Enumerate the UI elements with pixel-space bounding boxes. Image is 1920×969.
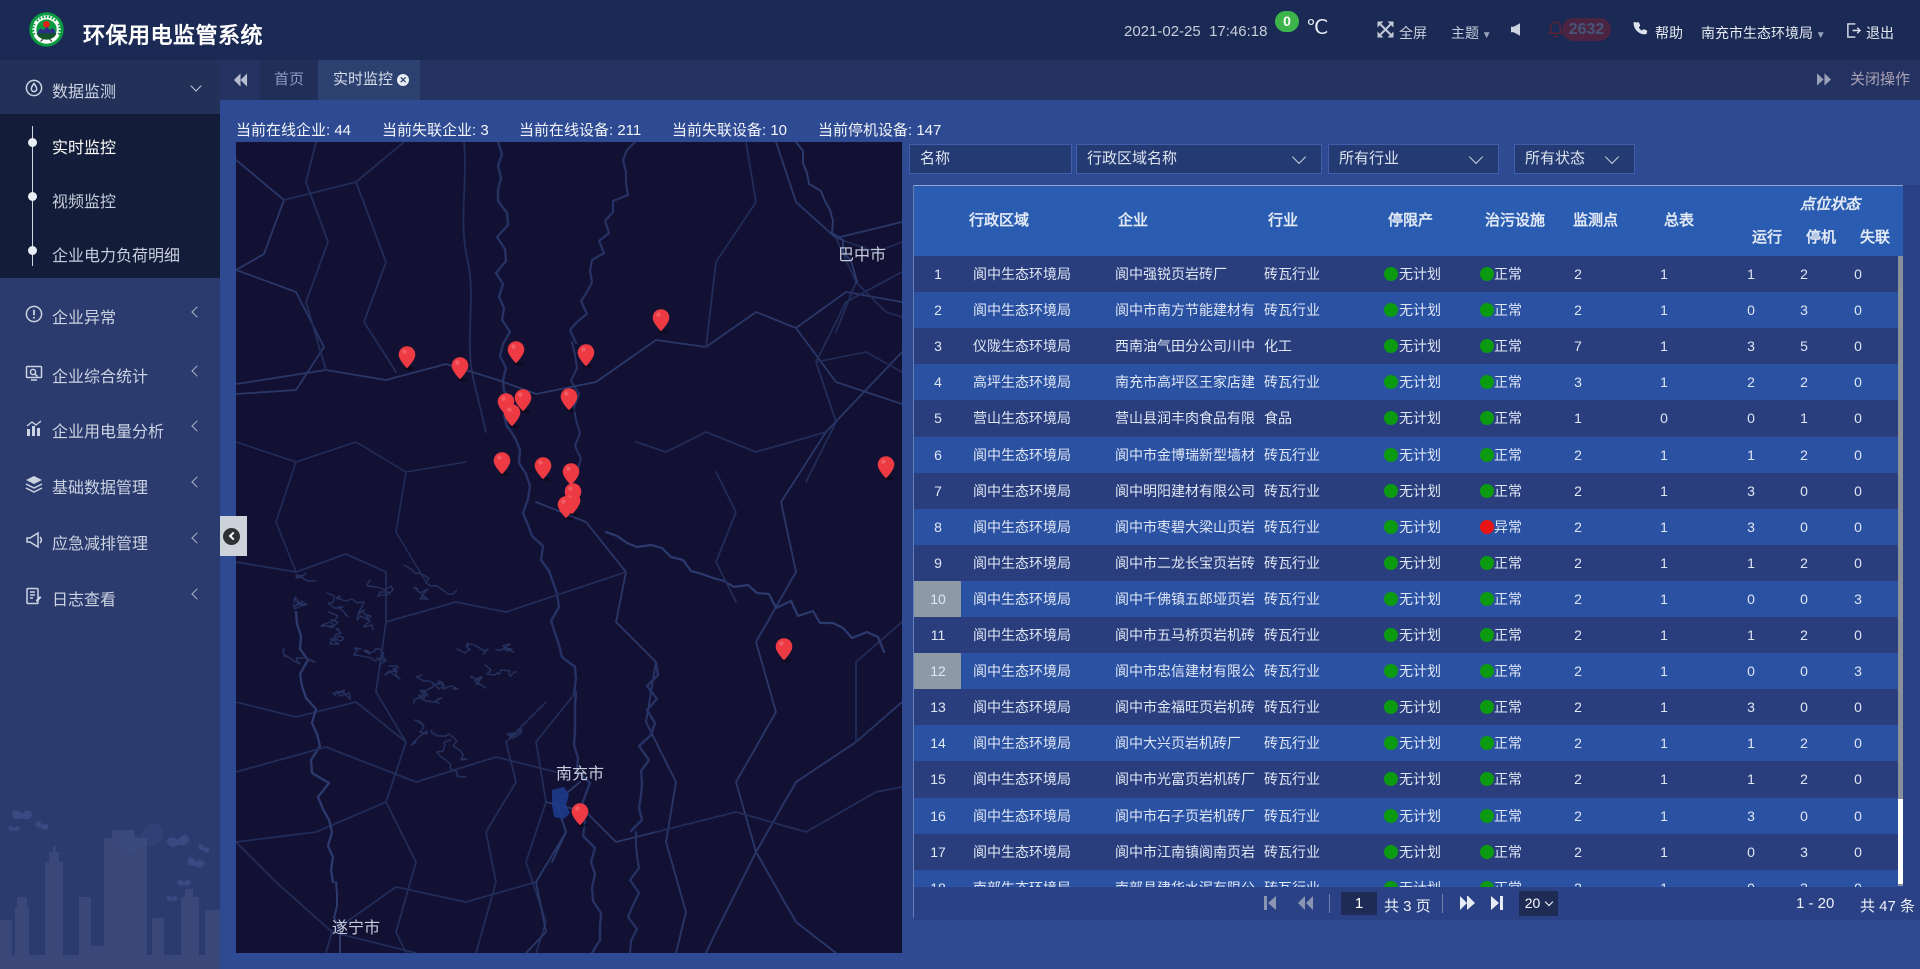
svg-text:巴中市: 巴中市 — [838, 246, 886, 264]
svg-text:南充市: 南充市 — [556, 765, 604, 783]
svg-text:遂宁市: 遂宁市 — [332, 919, 380, 937]
